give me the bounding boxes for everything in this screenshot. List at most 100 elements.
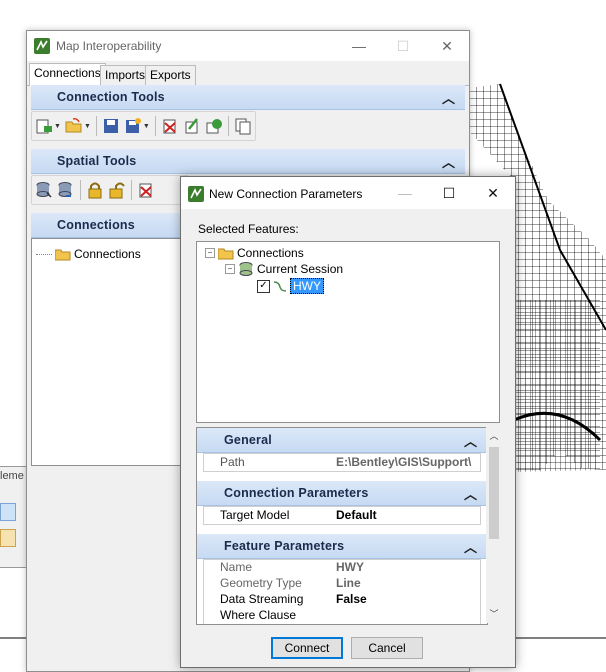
new-connection-parameters-dialog: New Connection Parameters — ☐ ✕ Selected… [180, 176, 516, 668]
connect-button[interactable]: Connect [271, 637, 343, 659]
maximize-button[interactable]: ☐ [427, 177, 471, 209]
section-title: Connection Tools [57, 90, 165, 104]
maximize-button[interactable]: ☐ [381, 31, 425, 61]
section-title: Spatial Tools [57, 154, 137, 168]
toolbar-separator [131, 180, 132, 200]
collapse-chevron-icon[interactable]: ︿ [442, 152, 455, 171]
collapse-chevron-icon[interactable]: ︿ [442, 88, 455, 107]
property-value: Default [336, 508, 377, 522]
property-key: Data Streaming [220, 592, 304, 606]
close-button[interactable]: ✕ [425, 31, 469, 61]
tree-item-label: Connections [237, 246, 304, 260]
property-row-where-clause[interactable]: Where Clause [204, 608, 480, 624]
panel-tool-icon[interactable] [0, 503, 16, 521]
save-icon[interactable] [102, 117, 120, 135]
feature-parameters-list: Name HWY Geometry Type Line Data Streami… [203, 559, 481, 624]
property-row-target-model[interactable]: Target Model Default [203, 506, 481, 525]
new-connection-icon[interactable] [35, 117, 53, 135]
tree-item-hwy[interactable]: ✓ HWY [257, 278, 324, 294]
toolbar-separator [154, 116, 156, 136]
general-section-header[interactable]: General ︿ [197, 428, 487, 453]
map-parcels-dense [514, 300, 600, 472]
panel-tool-icon[interactable] [0, 529, 16, 547]
tab-exports[interactable]: Exports [145, 65, 196, 85]
property-row-data-streaming[interactable]: Data Streaming False [204, 592, 480, 608]
tab-imports[interactable]: Imports [100, 65, 151, 85]
feature-checkbox[interactable]: ✓ [257, 279, 270, 293]
dropdown-arrow-icon[interactable]: ▼ [54, 123, 61, 130]
toolbar-separator [95, 116, 97, 136]
folder-icon [55, 249, 71, 260]
minimize-button[interactable]: — [337, 31, 381, 61]
property-row-path[interactable]: Path E:\Bentley\GIS\Support\ [203, 453, 481, 472]
selected-features-label: Selected Features: [198, 222, 299, 236]
collapse-chevron-icon[interactable]: ︿ [464, 484, 477, 503]
toolbar-separator [80, 180, 81, 200]
property-grid: General ︿ Path E:\Bentley\GIS\Support\ C… [196, 427, 488, 625]
section-title: Connection Parameters [224, 486, 369, 500]
copy-icon[interactable] [234, 117, 252, 135]
tree-item-current-session[interactable]: − Current Session [225, 262, 343, 276]
folder-icon [218, 248, 234, 259]
line-feature-icon [273, 281, 287, 292]
property-value: HWY [336, 560, 364, 574]
property-row-geometry-type[interactable]: Geometry Type Line [204, 576, 480, 592]
delete-feature-icon[interactable] [137, 181, 155, 199]
tab-strip: Connections Imports Exports [27, 63, 469, 86]
section-title: Feature Parameters [224, 539, 345, 553]
spatial-tools-header[interactable]: Spatial Tools ︿ [31, 149, 465, 174]
open-folder-icon[interactable] [65, 117, 83, 135]
scroll-up-icon[interactable]: ︿ [486, 429, 502, 443]
property-key: Path [220, 455, 245, 469]
property-key: Target Model [220, 508, 290, 522]
tree-item-label: Current Session [257, 262, 344, 276]
database-icon[interactable] [35, 181, 53, 199]
spatial-toolbar [31, 175, 189, 205]
window-title: Map Interoperability [56, 39, 162, 53]
lock-icon[interactable] [86, 181, 104, 199]
cancel-button[interactable]: Cancel [351, 637, 423, 659]
tree-item-label: HWY [290, 278, 324, 294]
minimize-button[interactable]: — [383, 177, 427, 209]
dialog-title: New Connection Parameters [209, 187, 363, 201]
feature-parameters-section-header[interactable]: Feature Parameters ︿ [197, 534, 487, 559]
tree-item-label: Connections [74, 247, 141, 261]
tree-connector [36, 253, 52, 255]
tab-connections[interactable]: Connections [29, 63, 106, 86]
property-value: E:\Bentley\GIS\Support\ [336, 455, 472, 469]
map-app-icon [34, 38, 50, 54]
property-key: Where Clause [220, 608, 297, 622]
property-value: False [336, 592, 367, 606]
save-as-icon[interactable] [124, 117, 142, 135]
delete-connection-icon[interactable] [161, 117, 179, 135]
collapse-chevron-icon[interactable]: ︿ [464, 537, 477, 556]
edit-connection-icon[interactable] [183, 117, 201, 135]
connection-tools-header[interactable]: Connection Tools ︿ [31, 85, 465, 110]
property-grid-scrollbar[interactable]: ︿ ﹀ [486, 427, 502, 623]
dropdown-arrow-icon[interactable]: ▼ [143, 123, 150, 130]
title-bar[interactable]: New Connection Parameters — ☐ ✕ [181, 177, 515, 209]
close-button[interactable]: ✕ [471, 177, 515, 209]
property-key: Geometry Type [220, 576, 302, 590]
collapse-chevron-icon[interactable]: ︿ [464, 431, 477, 450]
unlock-icon[interactable] [108, 181, 126, 199]
collapse-expander-icon[interactable]: − [225, 264, 235, 274]
property-value: Line [336, 576, 361, 590]
section-title: Connections [57, 218, 135, 232]
collapse-expander-icon[interactable]: − [205, 248, 215, 258]
tree-item-connections[interactable]: − Connections [205, 246, 304, 260]
property-row-name[interactable]: Name HWY [204, 560, 480, 576]
dropdown-arrow-icon[interactable]: ▼ [84, 123, 91, 130]
database-query-icon[interactable] [57, 181, 75, 199]
left-panel-title: leme [0, 470, 24, 482]
refresh-connection-icon[interactable] [205, 117, 223, 135]
tree-item-connections[interactable]: Connections [36, 247, 141, 261]
connection-parameters-section-header[interactable]: Connection Parameters ︿ [197, 481, 487, 506]
title-bar[interactable]: Map Interoperability — ☐ ✕ [27, 31, 469, 61]
session-database-icon [239, 262, 253, 276]
selected-features-tree[interactable]: − Connections − Current Session ✓ HWY [196, 241, 500, 423]
connections-tree[interactable]: Connections [31, 238, 183, 466]
scroll-thumb[interactable] [489, 447, 499, 539]
scroll-down-icon[interactable]: ﹀ [486, 607, 502, 621]
section-title: General [224, 433, 272, 447]
